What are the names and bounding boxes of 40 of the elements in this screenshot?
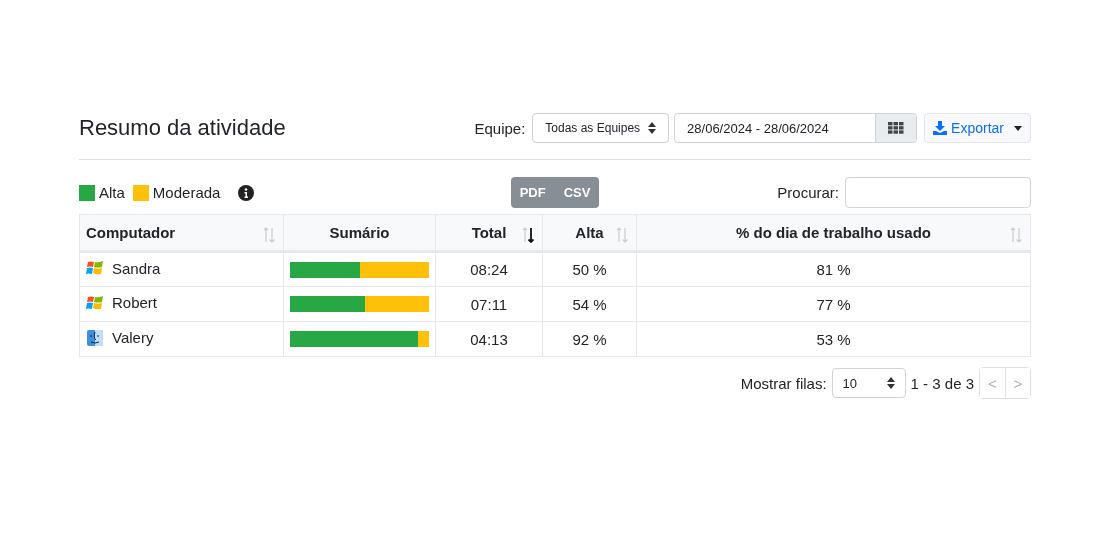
rows-label: Mostrar filas: (740, 374, 827, 392)
table-cell: 54 % (542, 286, 637, 322)
calendar-button[interactable] (875, 114, 917, 142)
table-cell: 08:24 (435, 251, 543, 287)
download-icon (933, 121, 948, 135)
table-cell: 50 % (542, 251, 637, 287)
date-range-field[interactable]: 28/06/2024 - 28/06/2024 (674, 113, 918, 143)
column-header[interactable]: Computador (79, 214, 284, 252)
legend-label: Moderada (152, 184, 221, 201)
sort-icon[interactable] (522, 227, 534, 243)
table-cell: 53 % (636, 321, 1031, 357)
table-cell: 81 % (636, 251, 1031, 287)
sort-caret-icon (648, 122, 657, 134)
search-field[interactable] (845, 177, 1031, 208)
page-size-select[interactable]: 10 (831, 368, 906, 398)
page-range: 1 - 3 de 3 (910, 374, 974, 392)
column-header[interactable]: Alta (542, 214, 637, 252)
info-icon[interactable] (238, 184, 255, 201)
table-cell: 92 % (542, 321, 637, 357)
team-select[interactable]: Todas as Equipes (532, 113, 670, 143)
search-label: Procurar: (777, 184, 839, 201)
table-cell: 77 % (636, 286, 1031, 322)
computer-name: Robert (112, 294, 158, 312)
table-cell: 07:11 (435, 286, 543, 322)
team-label: Equipe: (474, 119, 526, 137)
legend-label: Alta (99, 184, 125, 201)
export-button[interactable]: Exportar (924, 113, 1031, 143)
column-header[interactable]: Total (435, 214, 543, 252)
caret-icon (1014, 125, 1022, 131)
column-header[interactable]: % do dia de trabalho usado (636, 214, 1031, 252)
table-cell: 04:13 (435, 321, 543, 357)
windows-logo-icon (86, 294, 104, 311)
finder-icon (86, 328, 104, 347)
page-title: Resumo da atividade (79, 115, 286, 141)
windows-logo-icon (86, 260, 104, 277)
sort-caret-icon (886, 377, 895, 389)
grid-icon (888, 122, 905, 134)
computer-name: Valery (112, 329, 154, 346)
column-header: Sumário (283, 214, 436, 252)
computer-name: Sandra (112, 259, 161, 277)
